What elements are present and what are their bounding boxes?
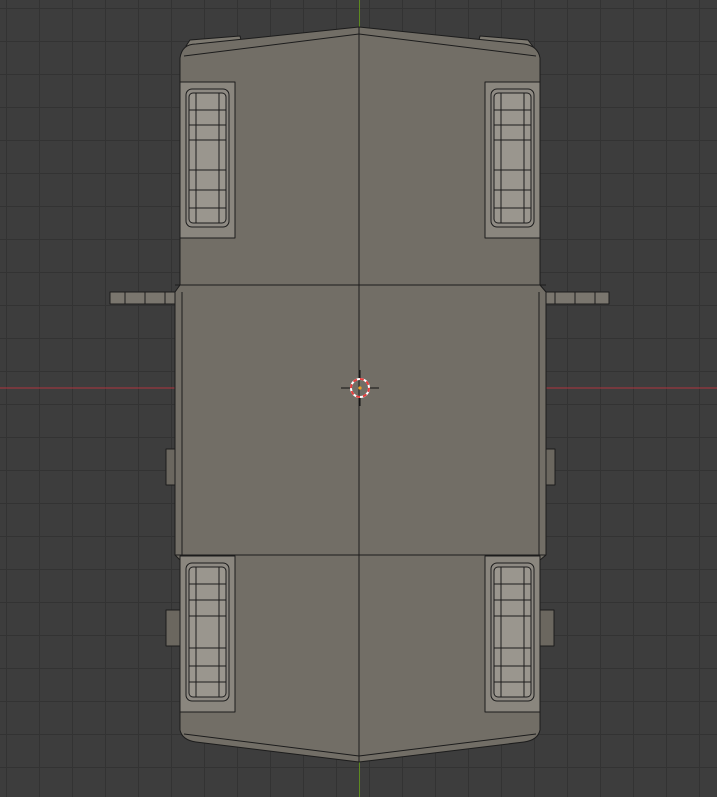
left-rear-step[interactable]: [165, 609, 181, 647]
vehicle-mesh[interactable]: [109, 26, 610, 763]
wheel-front-left[interactable]: [179, 81, 236, 239]
left-mirror[interactable]: [109, 291, 177, 305]
wheel-rear-left[interactable]: [179, 555, 236, 713]
wheel-front-right[interactable]: [484, 81, 541, 239]
wheel-rear-right[interactable]: [484, 555, 541, 713]
3d-viewport[interactable]: [0, 0, 717, 797]
right-rear-step[interactable]: [539, 609, 555, 647]
right-mirror[interactable]: [542, 291, 610, 305]
viewport-scene: [0, 0, 717, 797]
